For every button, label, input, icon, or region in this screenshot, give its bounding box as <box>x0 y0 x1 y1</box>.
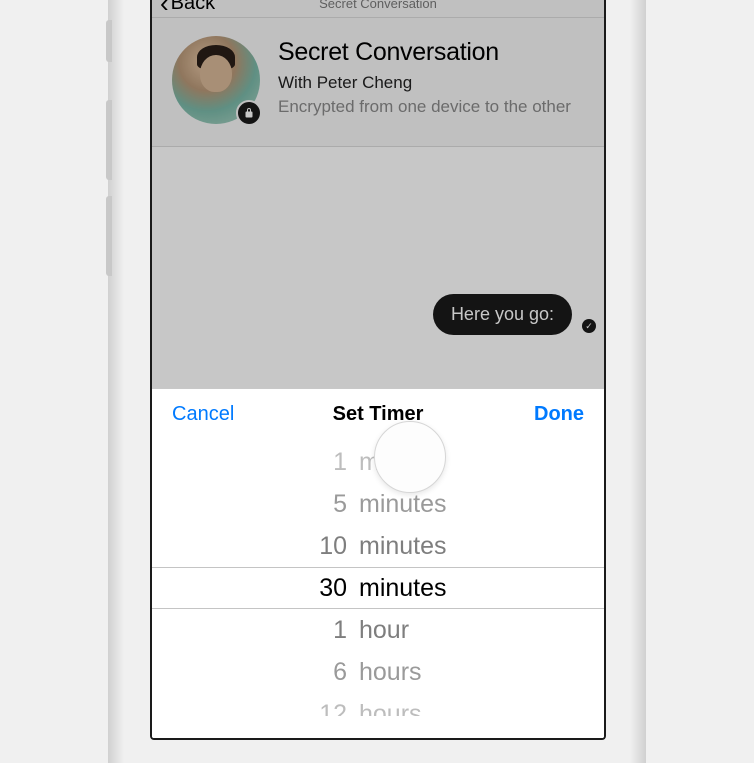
avatar-hair <box>197 45 236 70</box>
nav-bar: ‹ Back Secret Conversation <box>152 0 604 18</box>
done-button[interactable]: Done <box>534 403 584 426</box>
phone-bezel-right <box>630 0 646 763</box>
phone-side-button <box>106 20 112 62</box>
message-status-icon: ✓ <box>582 319 596 333</box>
picker-unit: minutes <box>359 490 469 519</box>
header-subtitle: With Peter Cheng <box>278 73 584 93</box>
picker-unit: hours <box>359 700 469 717</box>
phone-volume-up <box>106 100 112 180</box>
picker-options: 1 minute 5 minutes 10 minutes 30 minutes… <box>152 441 604 716</box>
message-bubble: Here you go: <box>433 294 572 335</box>
picker-value: 6 <box>287 658 347 687</box>
picker-value: 12 <box>287 700 347 717</box>
avatar-wrapper <box>172 36 260 124</box>
picker-option[interactable]: 6 hours <box>152 651 604 693</box>
header-text: Secret Conversation With Peter Cheng Enc… <box>278 36 584 124</box>
conversation-header: Secret Conversation With Peter Cheng Enc… <box>152 18 604 147</box>
timer-picker-sheet: Cancel Set Timer Done 1 minute 5 minutes… <box>152 388 604 738</box>
picker-option[interactable]: 10 minutes <box>152 525 604 567</box>
screen: ‹ Back Secret Conversation Secret Conver… <box>150 0 606 740</box>
chat-area: Here you go: ✓ <box>152 147 604 347</box>
nav-title: Secret Conversation <box>319 0 437 11</box>
picker-header: Cancel Set Timer Done <box>152 389 604 436</box>
picker-option[interactable]: 12 hours <box>152 693 604 716</box>
picker-value: 5 <box>287 490 347 519</box>
back-label: Back <box>171 0 215 15</box>
picker-option[interactable]: 1 hour <box>152 609 604 651</box>
picker-value: 1 <box>287 448 347 477</box>
picker-value: 10 <box>287 532 347 561</box>
picker-value: 1 <box>287 616 347 645</box>
back-button[interactable]: ‹ Back <box>160 0 215 16</box>
picker-unit: hour <box>359 616 469 645</box>
picker-option-selected[interactable]: 30 minutes <box>152 567 604 609</box>
picker-unit: minutes <box>359 532 469 561</box>
picker-value: 30 <box>287 574 347 603</box>
picker-option[interactable]: 5 minutes <box>152 483 604 525</box>
lock-icon <box>236 100 262 126</box>
picker-unit: hours <box>359 658 469 687</box>
cancel-button[interactable]: Cancel <box>172 403 234 426</box>
header-description: Encrypted from one device to the other <box>278 96 584 119</box>
phone-volume-down <box>106 196 112 276</box>
picker-unit: minutes <box>359 574 469 603</box>
chevron-left-icon: ‹ <box>160 0 169 16</box>
picker-wheel[interactable]: 1 minute 5 minutes 10 minutes 30 minutes… <box>152 436 604 716</box>
touch-cursor-icon <box>374 421 446 493</box>
page-title: Secret Conversation <box>278 38 584 67</box>
